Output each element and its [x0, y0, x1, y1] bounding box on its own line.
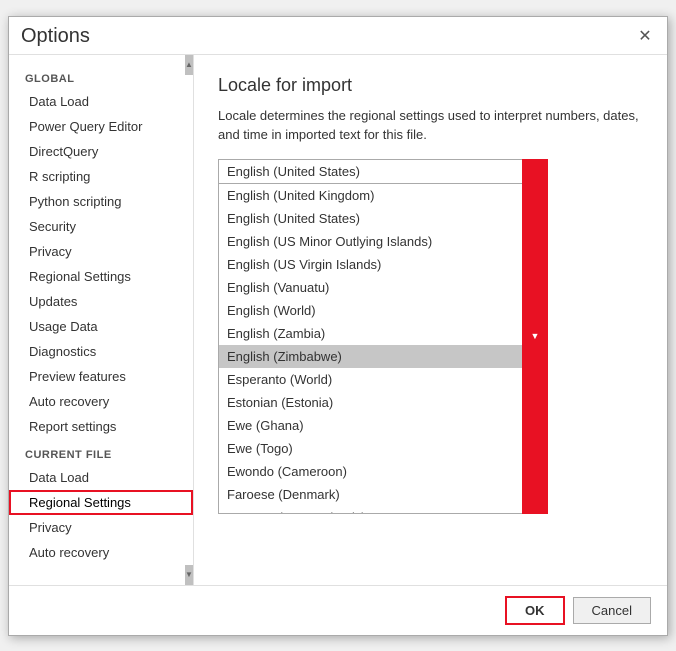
locale-dropdown-arrow[interactable]: [522, 159, 548, 514]
locale-dropdown-selected[interactable]: English (United States): [218, 159, 548, 184]
dropdown-list-item[interactable]: English (US Virgin Islands): [219, 253, 547, 276]
current-items: Data LoadRegional SettingsPrivacyAuto re…: [9, 465, 193, 565]
locale-dropdown-container: English (United States) English (United …: [218, 159, 548, 514]
sidebar-item-r-scripting[interactable]: R scripting: [9, 164, 193, 189]
dialog-body: GLOBAL Data LoadPower Query EditorDirect…: [9, 55, 667, 585]
sidebar-item-cf-auto-recovery[interactable]: Auto recovery: [9, 540, 193, 565]
sidebar-item-data-load[interactable]: Data Load: [9, 89, 193, 114]
sidebar-item-cf-data-load[interactable]: Data Load: [9, 465, 193, 490]
scroll-arrow-down[interactable]: ▼: [185, 565, 193, 585]
dropdown-list-item[interactable]: Estonian (Estonia): [219, 391, 547, 414]
section-description: Locale determines the regional settings …: [218, 106, 643, 145]
sidebar-item-direct-query[interactable]: DirectQuery: [9, 139, 193, 164]
dropdown-list-item[interactable]: English (Zambia): [219, 322, 547, 345]
options-dialog: Options ✕ GLOBAL Data LoadPower Query Ed…: [8, 16, 668, 636]
dropdown-list-item[interactable]: Esperanto (World): [219, 368, 547, 391]
global-section-label: GLOBAL: [9, 63, 193, 89]
sidebar-item-regional-settings[interactable]: Regional Settings: [9, 264, 193, 289]
current-section-label: CURRENT FILE: [9, 439, 193, 465]
sidebar-item-preview-features[interactable]: Preview features: [9, 364, 193, 389]
titlebar: Options ✕: [9, 17, 667, 55]
dropdown-list-item[interactable]: English (Zimbabwe): [219, 345, 547, 368]
main-content: Locale for import Locale determines the …: [194, 55, 667, 585]
sidebar-item-security[interactable]: Security: [9, 214, 193, 239]
sidebar-item-updates[interactable]: Updates: [9, 289, 193, 314]
dropdown-list-item[interactable]: Ewe (Togo): [219, 437, 547, 460]
dropdown-list-item[interactable]: Ewondo (Cameroon): [219, 460, 547, 483]
sidebar-item-power-query-editor[interactable]: Power Query Editor: [9, 114, 193, 139]
sidebar-item-cf-privacy[interactable]: Privacy: [9, 515, 193, 540]
sidebar-item-report-settings[interactable]: Report settings: [9, 414, 193, 439]
cancel-button[interactable]: Cancel: [573, 597, 651, 624]
dialog-title: Options: [21, 25, 90, 48]
sidebar-item-python-scripting[interactable]: Python scripting: [9, 189, 193, 214]
dropdown-list-item[interactable]: English (Vanuatu): [219, 276, 547, 299]
ok-button[interactable]: OK: [505, 596, 565, 625]
scroll-arrow-up[interactable]: ▲: [185, 55, 193, 75]
section-title: Locale for import: [218, 75, 643, 96]
sidebar-item-privacy[interactable]: Privacy: [9, 239, 193, 264]
dropdown-list-item[interactable]: Faroese (Denmark): [219, 483, 547, 506]
dropdown-list-item[interactable]: English (World): [219, 299, 547, 322]
dropdown-list-item[interactable]: Ewe (Ghana): [219, 414, 547, 437]
global-items: Data LoadPower Query EditorDirectQueryR …: [9, 89, 193, 439]
dialog-footer: OK Cancel: [9, 585, 667, 635]
dropdown-list-item[interactable]: Faroese (Faroe Islands): [219, 506, 547, 514]
close-button[interactable]: ✕: [635, 26, 655, 46]
sidebar-item-diagnostics[interactable]: Diagnostics: [9, 339, 193, 364]
locale-selected-value: English (United States): [227, 164, 360, 179]
sidebar-item-usage-data[interactable]: Usage Data: [9, 314, 193, 339]
dropdown-list-item[interactable]: English (US Minor Outlying Islands): [219, 230, 547, 253]
sidebar: GLOBAL Data LoadPower Query EditorDirect…: [9, 55, 194, 585]
locale-dropdown-list[interactable]: English (United Kingdom)English (United …: [218, 184, 548, 514]
sidebar-item-auto-recovery[interactable]: Auto recovery: [9, 389, 193, 414]
dropdown-list-item[interactable]: English (United States): [219, 207, 547, 230]
sidebar-item-cf-regional-settings[interactable]: Regional Settings: [9, 490, 193, 515]
dropdown-list-item[interactable]: English (United Kingdom): [219, 184, 547, 207]
